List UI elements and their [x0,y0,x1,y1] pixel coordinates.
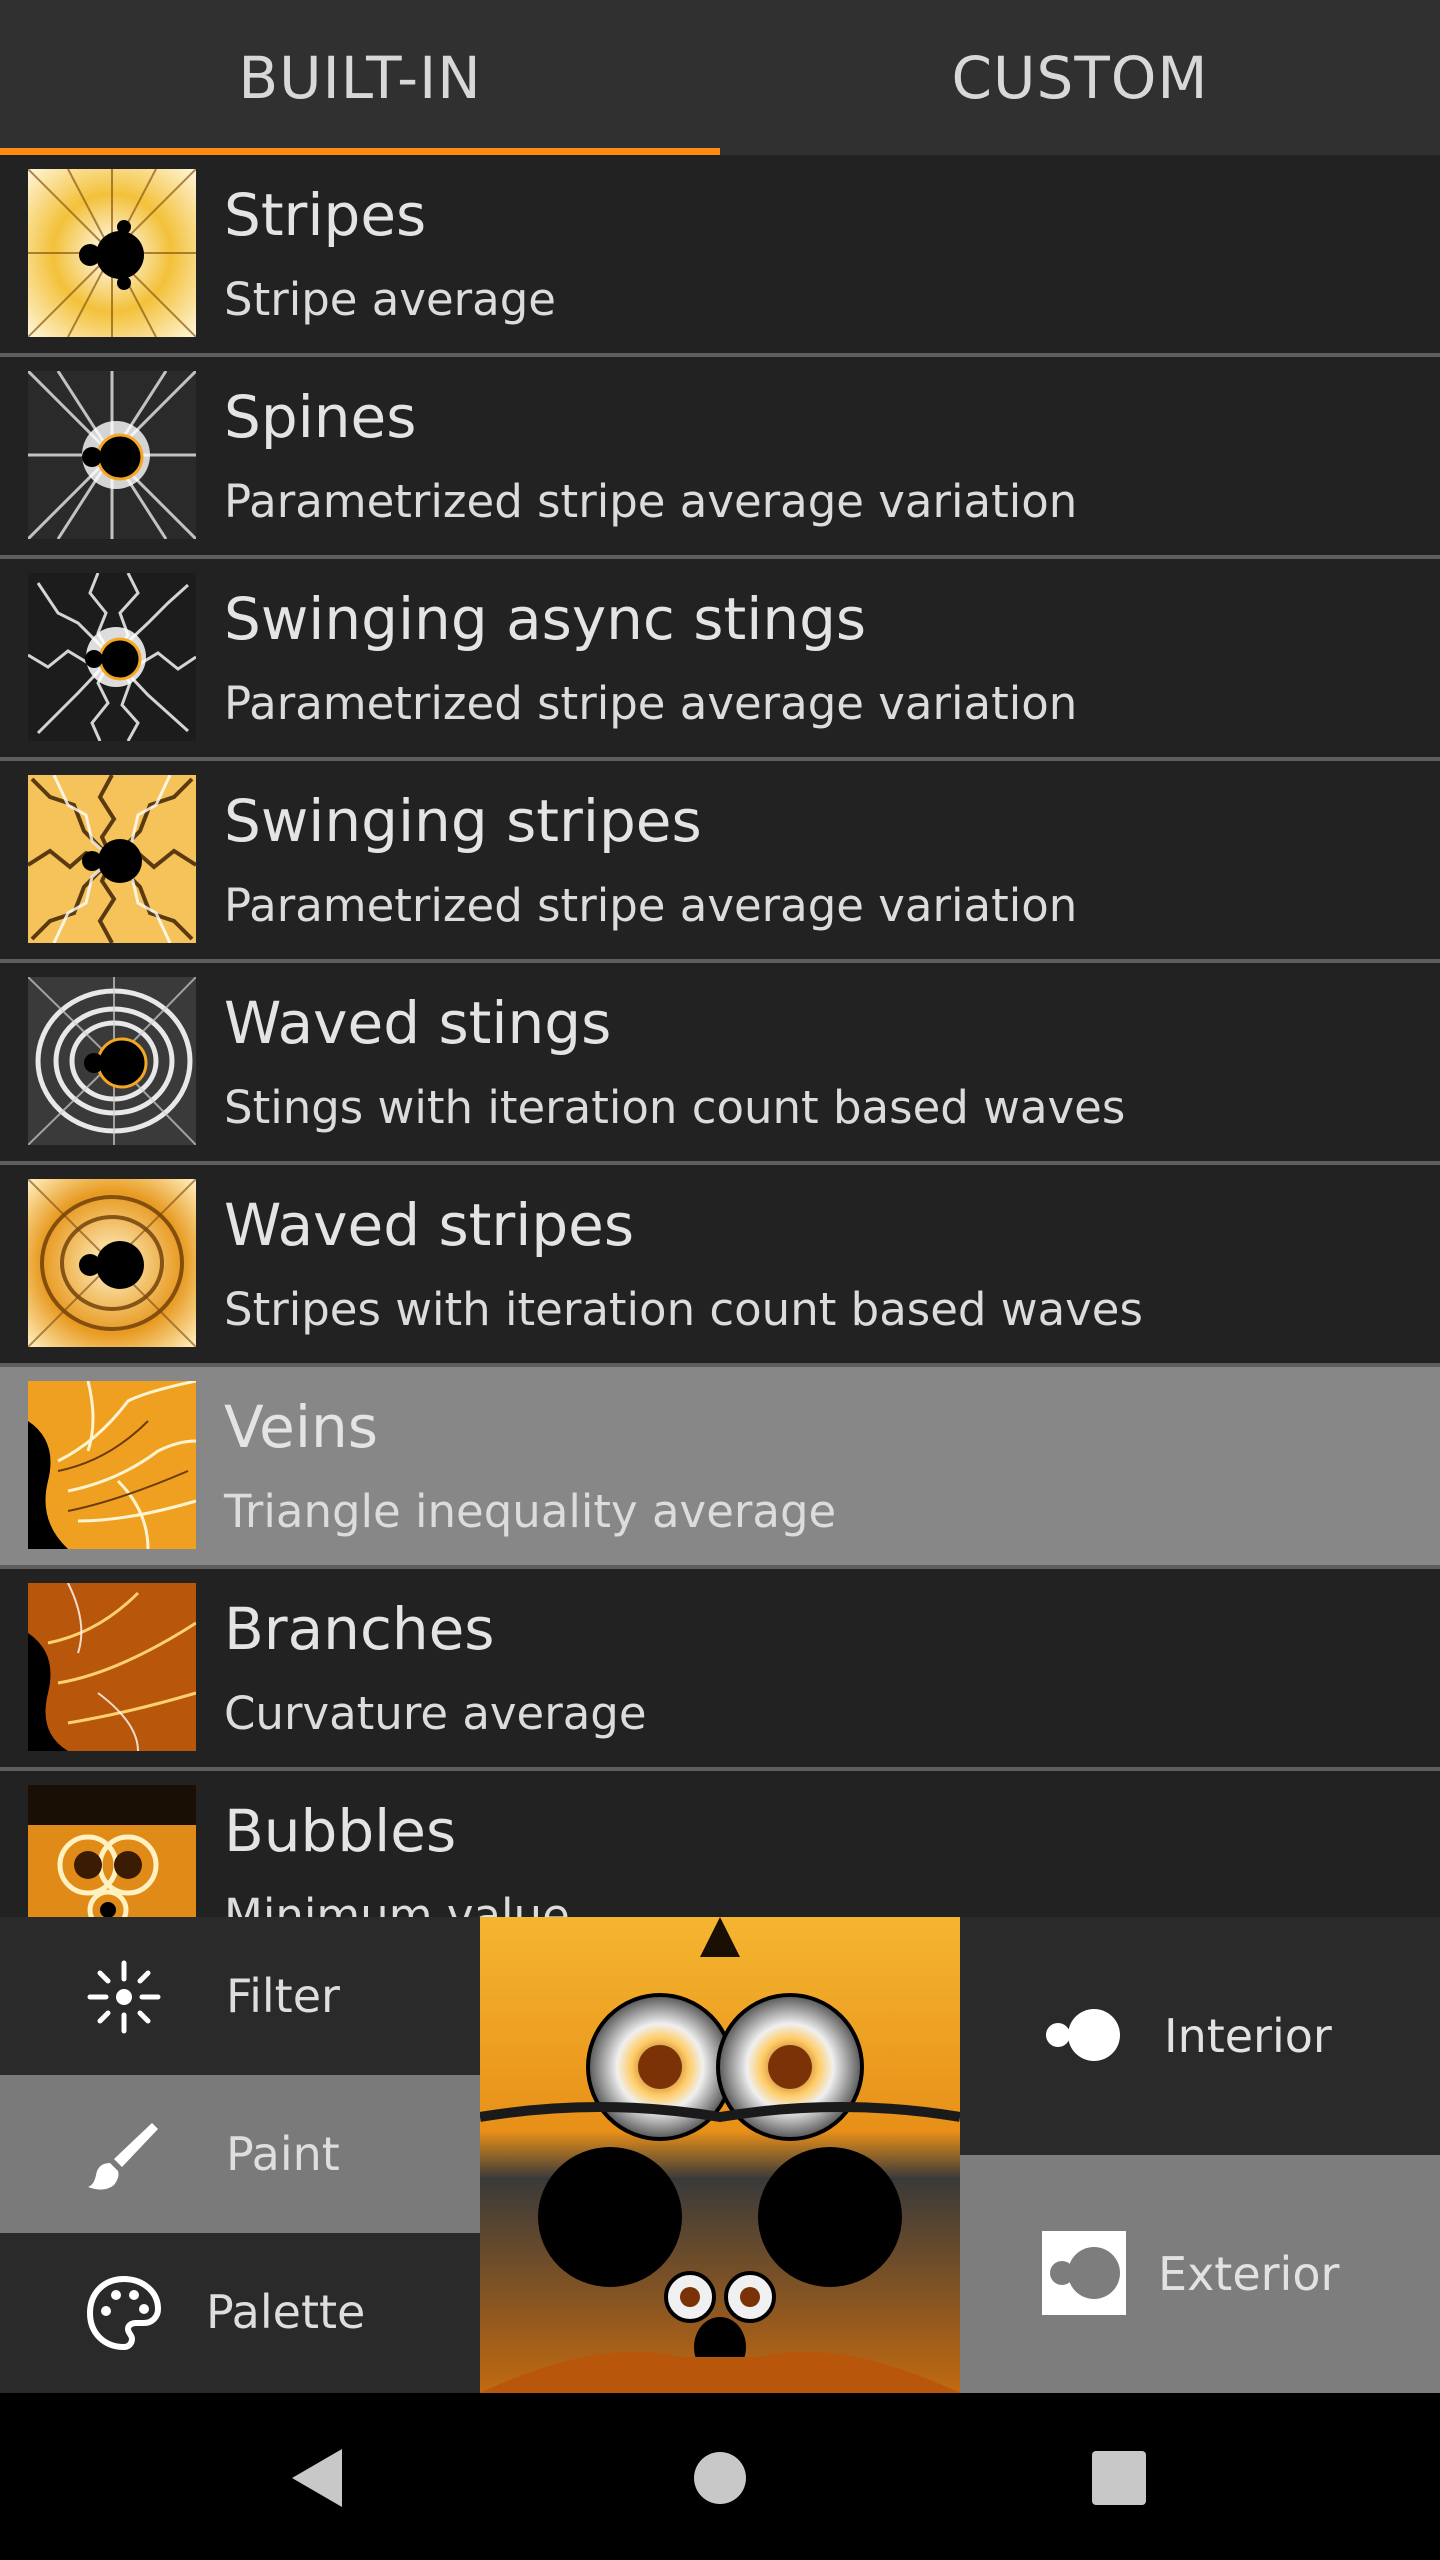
paint-button[interactable]: Paint [0,2075,480,2233]
item-subtitle: Stings with iteration count based waves [224,1081,1126,1134]
item-subtitle: Parametrized stripe average variation [224,475,1078,528]
list-item-waved-stings[interactable]: Waved stings Stings with iteration count… [0,963,1440,1165]
tab-bar: BUILT-IN CUSTOM [0,0,1440,155]
item-title: Branches [224,1595,495,1663]
bottom-panel: Filter Paint Palette Interior Exterior [0,1917,1440,2393]
list-item-bubbles[interactable]: Bubbles Minimum value [0,1771,1440,1917]
item-title: Swinging stripes [224,787,702,855]
waved-stripes-thumbnail [28,1179,196,1347]
palette-icon [86,2275,162,2351]
item-title: Veins [224,1393,378,1461]
interior-label: Interior [1164,2009,1332,2063]
toggle-exterior-icon [1042,2231,1126,2315]
list-item-veins[interactable]: Veins Triangle inequality average [0,1367,1440,1569]
item-title: Swinging async stings [224,585,867,653]
item-subtitle: Minimum value [224,1889,570,1917]
item-title: Bubbles [224,1797,457,1865]
branches-thumbnail [28,1583,196,1751]
filter-label: Filter [226,1969,340,2023]
item-subtitle: Parametrized stripe average variation [224,879,1078,932]
coloring-list[interactable]: Stripes Stripe average Spines Parametriz… [0,155,1440,1917]
palette-button[interactable]: Palette [0,2233,480,2391]
spines-thumbnail [28,371,196,539]
veins-thumbnail [28,1381,196,1549]
item-title: Stripes [224,181,427,249]
back-triangle-icon[interactable] [284,2443,354,2513]
bubbles-thumbnail [28,1785,196,1917]
tab-custom[interactable]: CUSTOM [720,0,1440,155]
filter-sparkle-icon [87,1960,161,2034]
exterior-option[interactable]: Exterior [960,2155,1440,2393]
item-title: Waved stings [224,989,612,1057]
recents-square-icon[interactable] [1084,2443,1154,2513]
waved-stings-thumbnail [28,977,196,1145]
list-item-stripes[interactable]: Stripes Stripe average [0,155,1440,357]
list-item-swinging-stripes[interactable]: Swinging stripes Parametrized stripe ave… [0,761,1440,963]
interior-option[interactable]: Interior [960,1917,1440,2155]
item-subtitle: Stripe average [224,273,556,326]
tab-built-in[interactable]: BUILT-IN [0,0,720,155]
fractal-preview[interactable] [480,1917,960,2393]
paint-label: Paint [226,2127,340,2181]
item-subtitle: Curvature average [224,1687,647,1740]
item-subtitle: Parametrized stripe average variation [224,677,1078,730]
navigation-bar [0,2393,1440,2560]
swinging-stripes-thumbnail [28,775,196,943]
palette-label: Palette [206,2285,366,2339]
item-subtitle: Triangle inequality average [224,1485,837,1538]
home-circle-icon[interactable] [685,2443,755,2513]
item-title: Waved stripes [224,1191,635,1259]
list-item-spines[interactable]: Spines Parametrized stripe average varia… [0,357,1440,559]
item-subtitle: Stripes with iteration count based waves [224,1283,1143,1336]
list-item-branches[interactable]: Branches Curvature average [0,1569,1440,1771]
list-item-waved-stripes[interactable]: Waved stripes Stripes with iteration cou… [0,1165,1440,1367]
stripes-thumbnail [28,169,196,337]
brush-icon [88,2123,158,2190]
list-item-swinging-async-stings[interactable]: Swinging async stings Parametrized strip… [0,559,1440,761]
swinging-async-stings-thumbnail [28,573,196,741]
item-title: Spines [224,383,417,451]
filter-button[interactable]: Filter [0,1917,480,2075]
exterior-label: Exterior [1158,2247,1340,2301]
toggle-interior-icon [1046,2009,1120,2061]
